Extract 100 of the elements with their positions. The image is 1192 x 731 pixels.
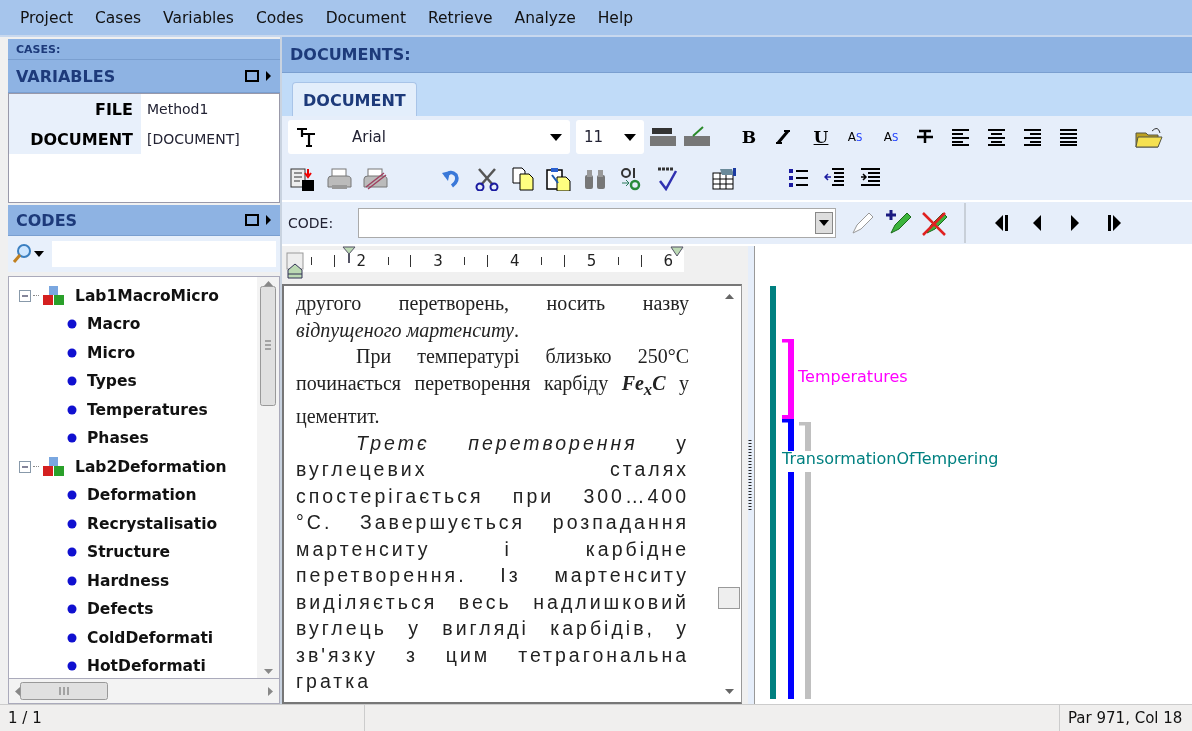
arrow-right-icon[interactable]	[265, 70, 272, 83]
tree-item[interactable]: Lab1MacroMicro	[75, 286, 219, 305]
page-indicator: 1 / 1	[8, 709, 42, 728]
replace-icon	[620, 167, 642, 192]
remove-code-icon	[921, 209, 949, 238]
tree-item[interactable]: Types	[87, 372, 137, 391]
arrow-down-icon[interactable]	[724, 689, 734, 695]
ruler-number: 2	[356, 252, 366, 271]
paragraph: При температурі близько 250°C починається перетворення карбіду Fe$_{x}$C у цементит.	[296, 344, 689, 430]
tree-item[interactable]: Phases	[87, 429, 149, 448]
tree-item[interactable]: Temperatures	[87, 400, 208, 419]
dropdown-button[interactable]	[815, 212, 833, 235]
table-icon	[712, 167, 738, 192]
underline-button[interactable]: U	[806, 122, 836, 153]
code-field[interactable]	[358, 208, 836, 239]
bold-button[interactable]: B	[734, 122, 764, 153]
indent-marker-icon[interactable]	[670, 246, 684, 259]
maximize-icon[interactable]	[245, 70, 259, 83]
tree-item[interactable]: HotDeformati	[87, 657, 206, 676]
tree-item[interactable]: Defects	[87, 600, 154, 619]
caret-icon	[550, 133, 562, 141]
line-icon	[683, 126, 711, 149]
dot-icon	[67, 490, 77, 501]
align-left-icon	[951, 127, 971, 148]
paragraph: другого перетворень, носить назву відпущеного мартенситу.	[296, 291, 689, 344]
scroll-thumb-icon[interactable]	[718, 587, 740, 610]
panel-title: CODES	[16, 210, 79, 230]
cubes-icon	[41, 284, 65, 307]
cursor-position: Par 971, Col 18	[1067, 709, 1184, 728]
cubes-icon	[41, 455, 65, 478]
font-size-dropdown[interactable]: 11	[576, 120, 644, 155]
dot-icon	[67, 404, 77, 415]
menu-item[interactable]: Document	[317, 8, 414, 27]
variable-value: [DOCUMENT]	[146, 131, 240, 148]
dot-icon	[67, 547, 77, 558]
menu-item[interactable]: Help	[589, 8, 642, 27]
pen-icon	[851, 211, 875, 236]
dot-icon	[67, 319, 77, 330]
scroll-thumb-icon[interactable]	[20, 682, 108, 701]
dot-icon	[67, 632, 77, 643]
variable-value: Method1	[146, 101, 209, 118]
font-dropdown[interactable]: Arial	[288, 120, 570, 155]
variable-name: FILE	[9, 94, 141, 125]
ruler-number: 4	[509, 252, 520, 271]
spellcheck-icon	[656, 167, 678, 192]
menu-item[interactable]: Codes	[247, 8, 312, 27]
tree-item[interactable]: Lab2Deformation	[75, 457, 227, 476]
tree-item[interactable]: Micro	[87, 343, 136, 362]
arrow-right-icon[interactable]	[265, 214, 272, 227]
cut-icon	[475, 167, 499, 192]
ruler-number: 3	[433, 252, 443, 271]
menu-item[interactable]: Analyze	[506, 8, 584, 27]
arrow-left-icon[interactable]	[15, 686, 20, 696]
code-label: CODE:	[288, 215, 335, 232]
dot-icon	[67, 433, 77, 444]
arrow-down-icon[interactable]	[263, 669, 273, 675]
paragraph: Третє перетворення у вуглецевих сталях спостерігається при 300…400 °C. Завершується розпадання мартенситу і карбідне перетворення. Із мартенситу виділяється весь надлишковий вуглець у вигляді карбідів, у зв'язку з цим тетрагональна гратка	[296, 430, 689, 695]
ruler-number: 5	[586, 252, 597, 271]
menu-item[interactable]: Cases	[87, 8, 150, 27]
tree-item[interactable]: Recrystalisatio	[87, 514, 218, 533]
dot-icon	[67, 347, 77, 358]
arrow-up-icon[interactable]	[724, 294, 734, 300]
collapse-toggle-icon[interactable]	[19, 289, 31, 302]
tree-item[interactable]: Hardness	[87, 571, 170, 590]
menu-item[interactable]: Project	[12, 8, 82, 27]
folder-icon	[1134, 125, 1164, 150]
scrollbar[interactable]	[8, 679, 280, 705]
menu-item[interactable]: Variables	[155, 8, 242, 27]
dot-icon	[67, 518, 77, 529]
dot-icon	[67, 661, 77, 672]
find-icon	[583, 167, 607, 192]
font-icon	[296, 127, 316, 148]
code-label[interactable]: TransormationOfTempering	[782, 449, 999, 469]
first-icon	[993, 214, 1009, 233]
indent-marker-icon[interactable]	[342, 246, 356, 265]
arrow-up-icon[interactable]	[263, 281, 273, 287]
collapse-toggle-icon[interactable]	[19, 460, 31, 473]
save-icon	[290, 167, 316, 192]
scrollbar[interactable]	[257, 277, 279, 679]
splitter-grip-icon[interactable]	[748, 440, 752, 511]
copy-icon	[512, 167, 534, 192]
dot-icon	[67, 604, 77, 615]
print-icon	[326, 167, 352, 192]
tree-item[interactable]: Macro	[87, 315, 141, 334]
tree-item[interactable]: ColdDeformati	[87, 628, 214, 647]
panel-title: VARIABLES	[16, 66, 117, 86]
scroll-thumb-icon[interactable]	[260, 286, 276, 407]
caret-icon[interactable]	[34, 251, 44, 258]
maximize-icon[interactable]	[245, 214, 259, 227]
panel-title: DOCUMENTS:	[290, 45, 412, 65]
search-icon[interactable]	[12, 243, 32, 266]
tree-item[interactable]: Deformation	[87, 486, 197, 505]
caret-icon	[624, 133, 636, 141]
tree-item[interactable]: Structure	[87, 543, 171, 562]
ruler-number: 6	[663, 252, 674, 271]
tab[interactable]: DOCUMENT	[292, 82, 417, 117]
justify-icon	[1059, 127, 1079, 148]
panel-title: CASES:	[16, 42, 62, 56]
menu-item[interactable]: Retrieve	[420, 8, 501, 27]
align-center-icon	[987, 127, 1007, 148]
